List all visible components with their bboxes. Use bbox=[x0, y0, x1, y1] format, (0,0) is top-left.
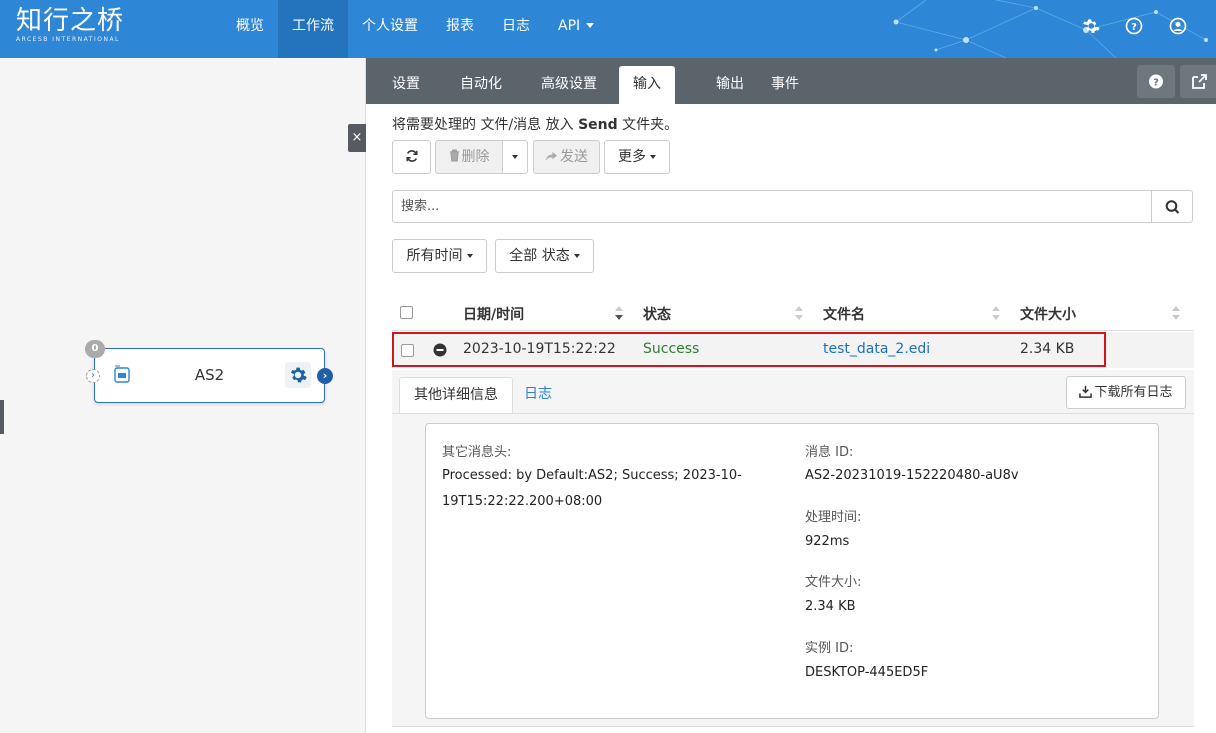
search-button[interactable] bbox=[1151, 190, 1193, 223]
share-arrow-icon bbox=[546, 151, 557, 162]
node-settings-button[interactable] bbox=[285, 362, 311, 388]
download-icon bbox=[1079, 385, 1093, 398]
instance-id-value: DESKTOP-445ED5F bbox=[805, 665, 929, 680]
chevron-down-icon bbox=[466, 254, 473, 258]
input-hint: 将需要处理的 文件/消息 放入 Send 文件夹。 bbox=[392, 114, 678, 134]
column-filename[interactable]: 文件名 bbox=[823, 304, 865, 324]
nav-api[interactable]: API bbox=[544, 0, 608, 58]
processing-time-label: 处理时间: bbox=[805, 510, 862, 525]
row-detail-panel: 其他详细信息 日志 下载所有日志 其它消息头: Processed: by De… bbox=[392, 370, 1194, 727]
popout-button[interactable] bbox=[1180, 65, 1216, 98]
table-header: 日期/时间 状态 文件名 文件大小 bbox=[392, 294, 1194, 331]
search-icon bbox=[1165, 200, 1180, 214]
trash-icon bbox=[449, 149, 459, 162]
more-button[interactable]: 更多 bbox=[604, 140, 670, 174]
delete-dropdown-toggle[interactable] bbox=[502, 140, 528, 174]
headers-value-line2: 19T15:22:22.200+08:00 bbox=[442, 494, 603, 509]
brand-name-cn: 知行之桥 bbox=[16, 6, 125, 36]
delete-label: 删除 bbox=[461, 149, 490, 165]
user-circle-icon[interactable] bbox=[1168, 16, 1190, 38]
status-filter-label: 全部 状态 bbox=[509, 248, 570, 264]
nav-logs[interactable]: 日志 bbox=[488, 0, 544, 58]
brand-logo[interactable]: 知行之桥 ARCESB INTERNATIONAL bbox=[16, 6, 124, 44]
sort-desc-icon[interactable] bbox=[615, 305, 623, 321]
chevron-down-icon bbox=[586, 23, 595, 28]
refresh-icon bbox=[405, 150, 418, 162]
help-circle-icon: ? bbox=[1149, 74, 1163, 89]
headers-value-line1: Processed: by Default:AS2; Success; 2023… bbox=[442, 468, 742, 483]
chevron-down-icon bbox=[573, 254, 580, 258]
tab-settings[interactable]: 设置 bbox=[378, 66, 434, 104]
nav-overview[interactable]: 概览 bbox=[222, 0, 278, 58]
message-id-label: 消息 ID: bbox=[805, 445, 854, 460]
time-filter-dropdown[interactable]: 所有时间 bbox=[392, 239, 487, 273]
nav-profile[interactable]: 个人设置 bbox=[348, 0, 432, 58]
delete-button[interactable]: 删除 bbox=[435, 140, 503, 174]
column-status[interactable]: 状态 bbox=[643, 304, 671, 324]
status-filter-dropdown[interactable]: 全部 状态 bbox=[495, 239, 594, 273]
as2-connector-node[interactable]: 0 › AS2 › bbox=[85, 340, 333, 403]
node-count-badge: 0 bbox=[85, 340, 105, 358]
detail-card: 其它消息头: Processed: by Default:AS2; Succes… bbox=[425, 423, 1159, 719]
top-icon-group: ? bbox=[1080, 16, 1190, 38]
hint-folder: Send bbox=[578, 117, 618, 133]
hint-prefix: 将需要处理的 文件/消息 放入 bbox=[392, 117, 579, 133]
tab-input[interactable]: 输入 bbox=[619, 66, 675, 104]
sort-icon[interactable] bbox=[795, 305, 803, 321]
processing-time-value: 922ms bbox=[805, 534, 850, 549]
highlight-box bbox=[392, 332, 1106, 367]
tab-log[interactable]: 日志 bbox=[510, 377, 566, 413]
main-nav: 概览 工作流 个人设置 报表 日志 API bbox=[222, 0, 608, 58]
nav-api-label: API bbox=[558, 18, 581, 34]
close-icon[interactable]: × bbox=[348, 124, 366, 152]
svg-text:?: ? bbox=[1131, 22, 1137, 33]
tab-output[interactable]: 输出 bbox=[702, 66, 758, 104]
select-all-checkbox[interactable] bbox=[400, 306, 413, 319]
column-filesize[interactable]: 文件大小 bbox=[1020, 304, 1076, 324]
tab-events[interactable]: 事件 bbox=[757, 66, 813, 104]
tab-other-details[interactable]: 其他详细信息 bbox=[399, 377, 513, 413]
refresh-button[interactable] bbox=[392, 140, 431, 174]
instance-id-label: 实例 ID: bbox=[805, 641, 854, 656]
sort-icon[interactable] bbox=[992, 305, 1000, 321]
download-all-logs-button[interactable]: 下载所有日志 bbox=[1066, 376, 1186, 409]
chevron-down-icon bbox=[650, 155, 656, 159]
help-circle-icon[interactable]: ? bbox=[1124, 16, 1146, 38]
connector-tabbar: 设置 自动化 高级设置 输入 输出 事件 ? bbox=[366, 58, 1216, 104]
sort-icon[interactable] bbox=[1172, 305, 1180, 321]
column-datetime[interactable]: 日期/时间 bbox=[463, 304, 524, 324]
detail-tab-divider bbox=[392, 413, 1194, 414]
help-button[interactable]: ? bbox=[1137, 65, 1175, 98]
more-label: 更多 bbox=[618, 149, 646, 165]
gear-icon bbox=[290, 367, 307, 383]
gear-icon[interactable] bbox=[1080, 16, 1102, 38]
nav-reports[interactable]: 报表 bbox=[432, 0, 488, 58]
send-label: 发送 bbox=[560, 149, 588, 165]
headers-label: 其它消息头: bbox=[442, 445, 512, 460]
input-tab-content: 将需要处理的 文件/消息 放入 Send 文件夹。 删除 发送 更多 搜索...… bbox=[366, 104, 1216, 733]
file-size-label: 文件大小: bbox=[805, 575, 862, 590]
tab-automation[interactable]: 自动化 bbox=[446, 66, 516, 104]
chevron-down-icon bbox=[512, 155, 518, 159]
external-link-icon bbox=[1192, 74, 1207, 89]
left-drawer-handle[interactable] bbox=[0, 400, 4, 434]
message-id-value: AS2-20231019-152220480-aU8v bbox=[805, 468, 1019, 483]
time-filter-label: 所有时间 bbox=[406, 248, 463, 264]
search-input[interactable]: 搜索... bbox=[392, 190, 1152, 223]
send-button[interactable]: 发送 bbox=[533, 140, 600, 174]
svg-text:?: ? bbox=[1153, 78, 1159, 89]
output-port-icon[interactable]: › bbox=[317, 368, 333, 384]
hint-suffix: 文件夹。 bbox=[617, 117, 679, 133]
nav-workflow[interactable]: 工作流 bbox=[278, 0, 348, 58]
download-label: 下载所有日志 bbox=[1094, 385, 1173, 400]
top-navbar: 知行之桥 ARCESB INTERNATIONAL 概览 工作流 个人设置 报表… bbox=[0, 0, 1216, 58]
brand-name-en: ARCESB INTERNATIONAL bbox=[16, 36, 120, 43]
file-size-value: 2.34 KB bbox=[805, 599, 856, 614]
tab-advanced[interactable]: 高级设置 bbox=[527, 66, 611, 104]
